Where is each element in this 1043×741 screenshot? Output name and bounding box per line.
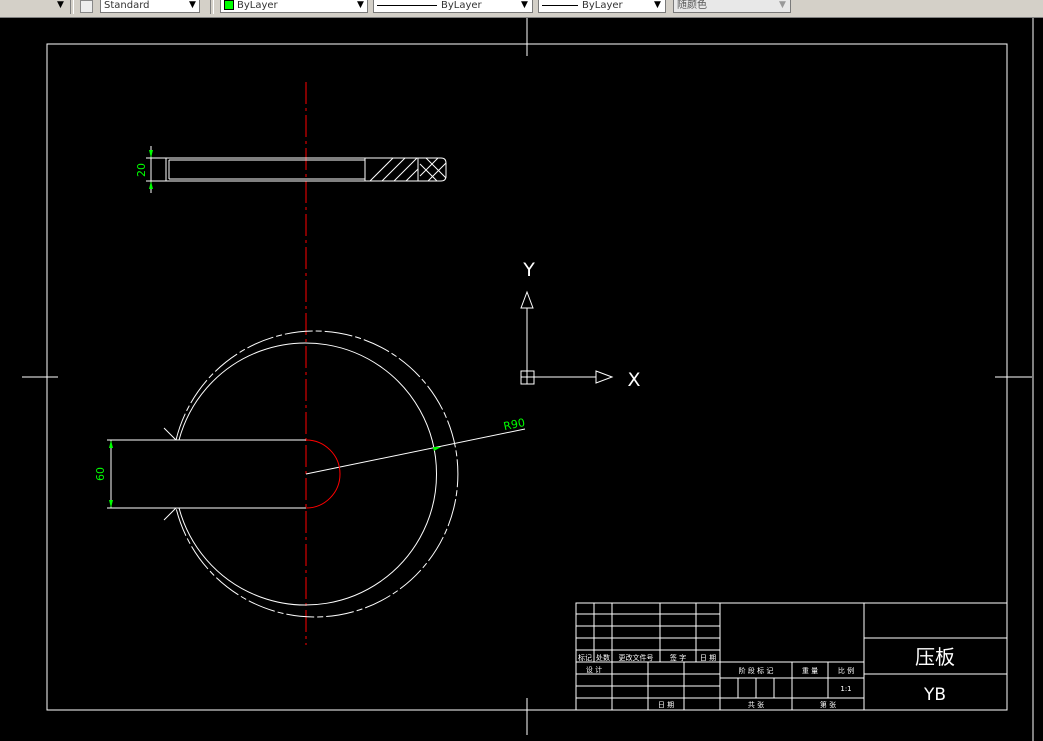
lineweight-select[interactable]: ByLayer [538,0,666,13]
color-swatch-icon [224,0,234,10]
slot-chamfer-bottom [163,507,177,521]
tb-ratio: 比 例 [838,666,854,675]
tb-date2: 日 期 [658,701,674,709]
style-icon[interactable] [80,0,93,13]
part-code: YB [923,685,946,705]
lineweight-sample [542,4,578,6]
layer-value: ByLayer [237,0,278,11]
ucs-icon [520,290,614,385]
toolbar-separator [210,0,214,14]
dimension-radius-label: R90 [502,416,526,433]
drawing-canvas[interactable]: 20 R90 60 Y X 标记 处数 更改文件号 签 字 日 期 设 计 阶 … [0,18,1043,741]
lineweight-dropdown-icon[interactable]: ▼ [651,0,664,12]
slot-end-arc [305,439,341,509]
layer-select[interactable]: ByLayer [220,0,368,13]
text-style-dropdown-icon[interactable]: ▼ [186,0,199,12]
properties-toolbar: ▼ Standard ▼ ByLayer ▼ ByLayer ▼ ByLayer… [0,0,1043,18]
tb-total: 共 张 [748,700,764,709]
tb-date: 日 期 [700,654,716,662]
layer-dropdown-icon[interactable]: ▼ [354,0,367,12]
tb-design: 设 计 [586,665,602,674]
dimension-slot-width-label: 60 [94,467,107,481]
title-block-labels: 标记 处数 更改文件号 签 字 日 期 设 计 阶 段 标 记 重 量 比 例 … [578,653,854,709]
text-style-value: Standard [104,0,150,11]
tb-sign: 签 字 [670,653,686,662]
dimension-thickness [146,146,166,193]
dimension-slot-width [109,440,113,508]
ucs-x-label: X [627,369,640,391]
plot-style-dropdown-icon[interactable]: ▼ [776,0,789,12]
plot-style-select[interactable]: 随颜色 [673,0,791,13]
linetype-select[interactable]: ByLayer [373,0,533,13]
tb-weight: 重 量 [802,667,818,675]
tb-mark: 标记 [578,653,592,662]
dropdown-arrow-icon[interactable]: ▼ [54,0,67,12]
section-hatch [369,157,447,182]
dimension-thickness-label: 20 [135,163,148,177]
radius-arrow [433,447,441,451]
tb-scale: 1:1 [840,685,851,693]
lineweight-value: ByLayer [582,0,623,11]
linetype-sample [377,4,437,6]
linetype-value: ByLayer [441,0,482,11]
tb-sheet: 第 张 [820,700,836,709]
part-name: 压板 [915,645,955,669]
text-style-select[interactable]: Standard [100,0,200,13]
slot-chamfer-top [163,427,177,441]
disc-outer-arc [175,330,459,618]
ucs-y-label: Y [522,259,535,281]
linetype-dropdown-icon[interactable]: ▼ [518,0,531,12]
disc-view [107,330,526,618]
radius-leader [305,428,526,475]
tb-count: 处数 [596,653,610,662]
plot-style-value: 随颜色 [677,0,707,11]
toolbar-separator [70,0,74,14]
tb-change-doc: 更改文件号 [619,653,654,662]
tb-stage-mark: 阶 段 标 记 [739,666,774,675]
